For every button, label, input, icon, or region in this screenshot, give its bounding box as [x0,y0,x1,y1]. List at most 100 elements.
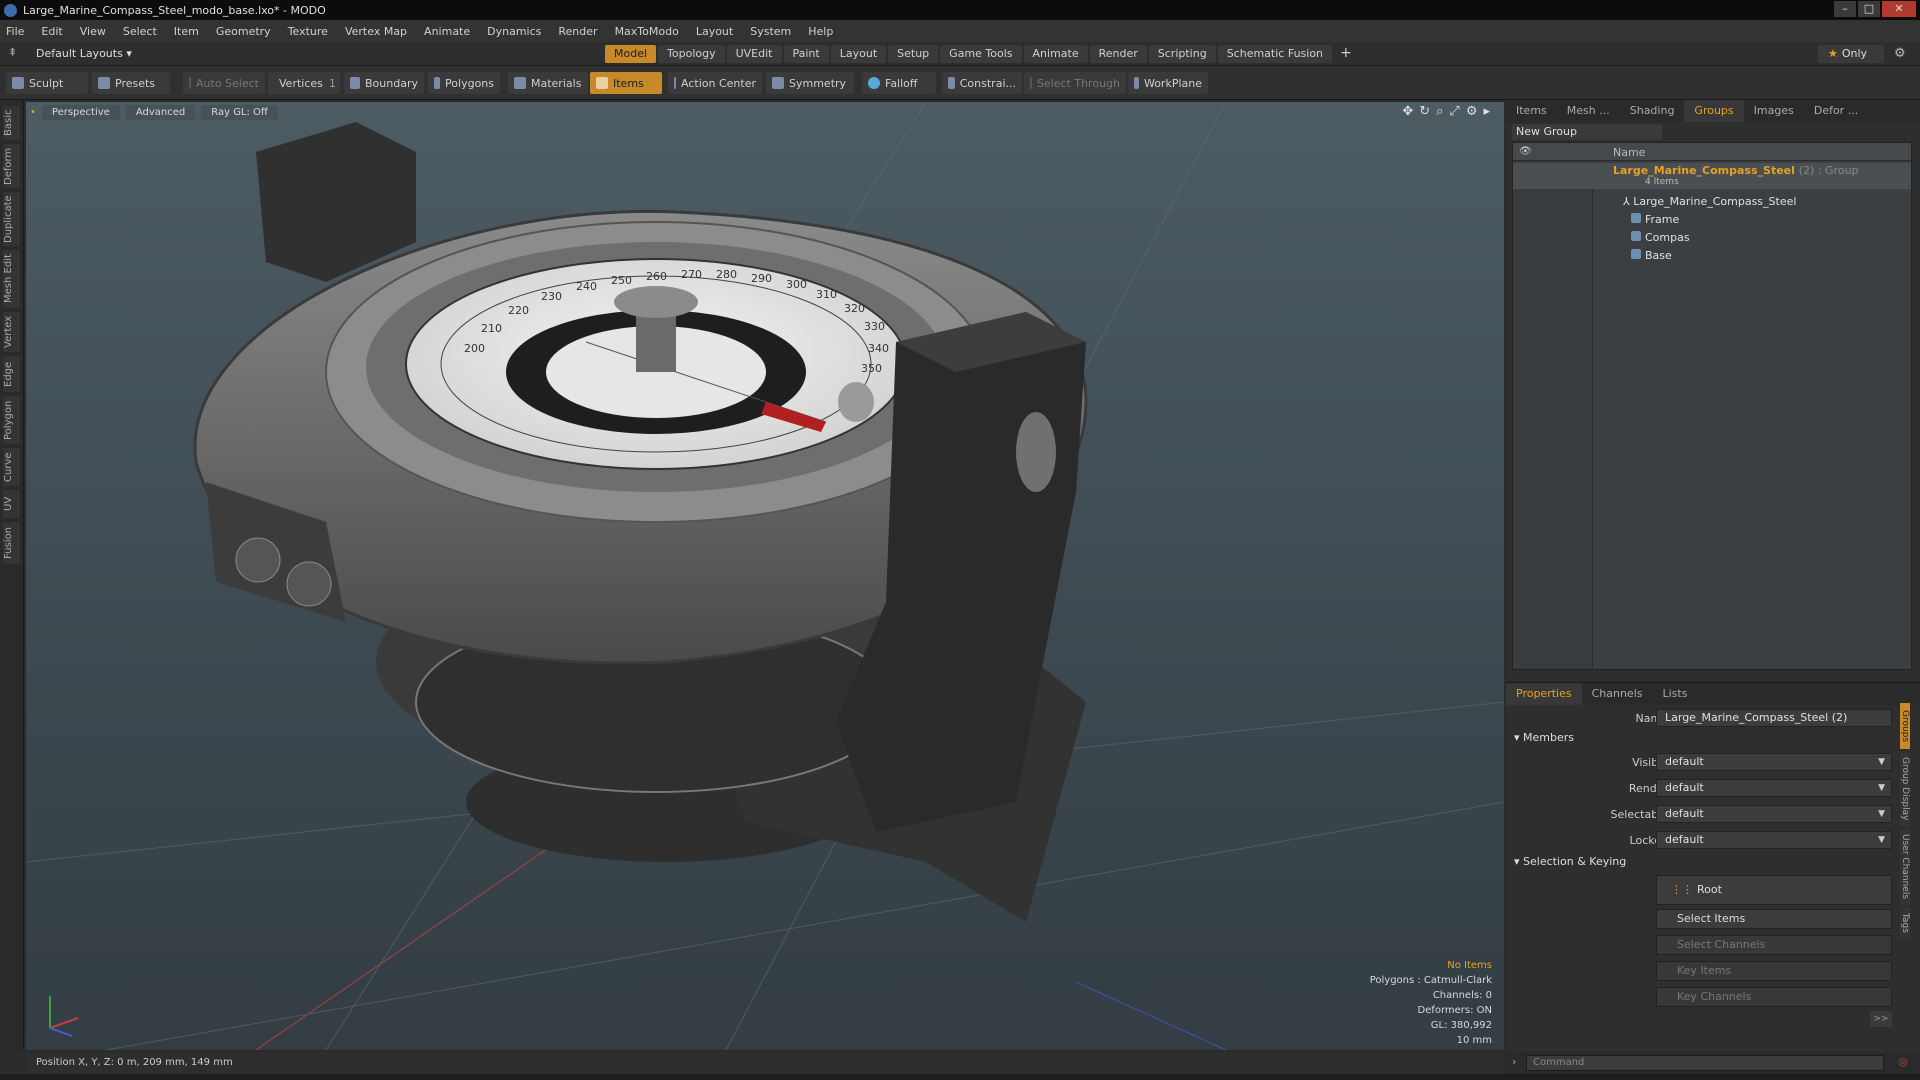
default-layouts-dropdown[interactable]: Default Layouts ▾ [36,47,132,60]
tab-setup[interactable]: Setup [888,45,939,63]
group-row[interactable]: Large_Marine_Compass_Steel (2) : Group 4… [1513,163,1911,189]
menu-edit[interactable]: Edit [41,25,62,38]
vertices-button[interactable]: Vertices 1 [268,72,340,94]
left-tab-fusion[interactable]: Fusion [3,522,20,564]
menu-dynamics[interactable]: Dynamics [487,25,541,38]
menu-maxtomodo[interactable]: MaxToModo [615,25,679,38]
select-items-button[interactable]: Select Items [1656,909,1892,929]
maximize-button[interactable]: □ [1858,1,1880,17]
sculpt-button[interactable]: Sculpt [6,72,88,94]
view-perspective-button[interactable]: Perspective [41,104,120,120]
menu-layout[interactable]: Layout [696,25,733,38]
left-tab-basic[interactable]: Basic [3,106,20,140]
select-through-button[interactable]: Select Through [1024,72,1126,94]
tab-layout[interactable]: Layout [830,45,887,63]
boundary-button[interactable]: Boundary [344,72,424,94]
menu-vertex-map[interactable]: Vertex Map [345,25,407,38]
new-group-button[interactable]: New Group [1512,124,1662,140]
selectable-select[interactable]: default ▼ [1656,805,1892,823]
members-section[interactable]: ▾ Members [1514,731,1574,744]
left-tab-uv[interactable]: UV [3,490,20,518]
items-button[interactable]: Items [590,72,662,94]
tree-row[interactable]: Compas [1513,229,1911,247]
left-tab-duplicate[interactable]: Duplicate [3,192,20,246]
pan-icon[interactable]: ✥ [1402,104,1413,119]
selection-keying-section[interactable]: ▾ Selection & Keying [1514,855,1626,868]
left-tab-vertex[interactable]: Vertex [3,312,20,352]
tab-groups[interactable]: Groups [1684,100,1744,122]
left-tab-polygon[interactable]: Polygon [3,396,20,444]
key-channels-button[interactable]: Key Channels [1656,987,1892,1007]
left-tab-curve[interactable]: Curve [3,448,20,486]
tab-scripting[interactable]: Scripting [1148,45,1216,63]
only-toggle-button[interactable]: ★ Only [1818,45,1884,63]
tab-paint[interactable]: Paint [783,45,829,63]
record-icon[interactable]: ◎ [1898,1055,1908,1068]
root-button[interactable]: ⋮⋮ Root [1656,875,1892,905]
left-tab-deform[interactable]: Deform [3,144,20,188]
menu-select[interactable]: Select [123,25,157,38]
menu-file[interactable]: File [6,25,24,38]
raygl-button[interactable]: Ray GL: Off [201,104,278,120]
eye-icon[interactable]: 👁 [1519,146,1532,157]
tab-uvedit[interactable]: UVEdit [726,45,782,63]
minimize-button[interactable]: – [1834,1,1856,17]
zoom-icon[interactable]: ⌕ [1436,104,1443,119]
name-column-header[interactable]: Name [1613,146,1645,159]
tab-deformers[interactable]: Defor ... [1804,100,1868,122]
menu-system[interactable]: System [750,25,791,38]
viewport-gear-icon[interactable]: ⚙ [1466,104,1478,119]
select-channels-button[interactable]: Select Channels [1656,935,1892,955]
tab-topology[interactable]: Topology [658,45,725,63]
rotate-icon[interactable]: ↻ [1419,104,1430,119]
menu-view[interactable]: View [80,25,106,38]
falloff-button[interactable]: Falloff [862,72,936,94]
name-field[interactable]: Large_Marine_Compass_Steel (2) [1656,709,1892,727]
key-items-button[interactable]: Key Items [1656,961,1892,981]
side-tab-group-display[interactable]: Group Display [1900,752,1910,826]
symmetry-button[interactable]: Symmetry [766,72,854,94]
menu-item[interactable]: Item [174,25,199,38]
add-tab-icon[interactable]: + [1334,45,1358,63]
menu-render[interactable]: Render [558,25,597,38]
tab-animate[interactable]: Animate [1023,45,1088,63]
auto-select-button[interactable]: Auto Select [183,72,265,94]
3d-viewport[interactable]: 350 340 330 320 310 300 290 280 270 260 … [26,102,1504,1050]
side-tab-user-channels[interactable]: User Channels [1900,829,1910,905]
presets-button[interactable]: Presets [92,72,170,94]
workplane-button[interactable]: WorkPlane [1128,72,1208,94]
tab-render[interactable]: Render [1089,45,1147,63]
tab-shading[interactable]: Shading [1620,100,1685,122]
menu-help[interactable]: Help [808,25,833,38]
tree-row[interactable]: Base [1513,247,1911,265]
menu-texture[interactable]: Texture [288,25,328,38]
tab-lists[interactable]: Lists [1653,683,1698,705]
shading-advanced-button[interactable]: Advanced [125,104,196,120]
tab-images[interactable]: Images [1744,100,1804,122]
left-tab-edge[interactable]: Edge [3,356,20,392]
more-button[interactable]: >> [1870,1011,1892,1027]
materials-button[interactable]: Materials [508,72,588,94]
render-select[interactable]: default ▼ [1656,779,1892,797]
tab-channels[interactable]: Channels [1582,683,1653,705]
tab-game-tools[interactable]: Game Tools [940,45,1022,63]
action-center-button[interactable]: Action Center [668,72,762,94]
command-input[interactable]: Command [1526,1055,1884,1071]
locked-select[interactable]: default ▼ [1656,831,1892,849]
constraints-button[interactable]: Constrai... [942,72,1022,94]
menu-geometry[interactable]: Geometry [216,25,271,38]
collapse-arrow-icon[interactable]: ⇞ [8,46,17,59]
left-tab-mesh-edit[interactable]: Mesh Edit [3,250,20,308]
tree-row[interactable]: Frame [1513,211,1911,229]
viewport-expand-icon[interactable]: ▸ [1483,104,1490,119]
tab-items[interactable]: Items [1506,100,1557,122]
fit-icon[interactable]: ⤢ [1449,104,1459,119]
polygons-button[interactable]: Polygons [428,72,500,94]
tab-mesh[interactable]: Mesh ... [1557,100,1620,122]
tab-model[interactable]: Model [605,45,657,63]
visible-select[interactable]: default ▼ [1656,753,1892,771]
tree-row[interactable]: ⅄ Large_Marine_Compass_Steel [1513,193,1911,211]
side-tab-tags[interactable]: Tags [1900,908,1910,938]
menu-animate[interactable]: Animate [424,25,470,38]
viewport-menu-icon[interactable]: • [30,107,36,118]
